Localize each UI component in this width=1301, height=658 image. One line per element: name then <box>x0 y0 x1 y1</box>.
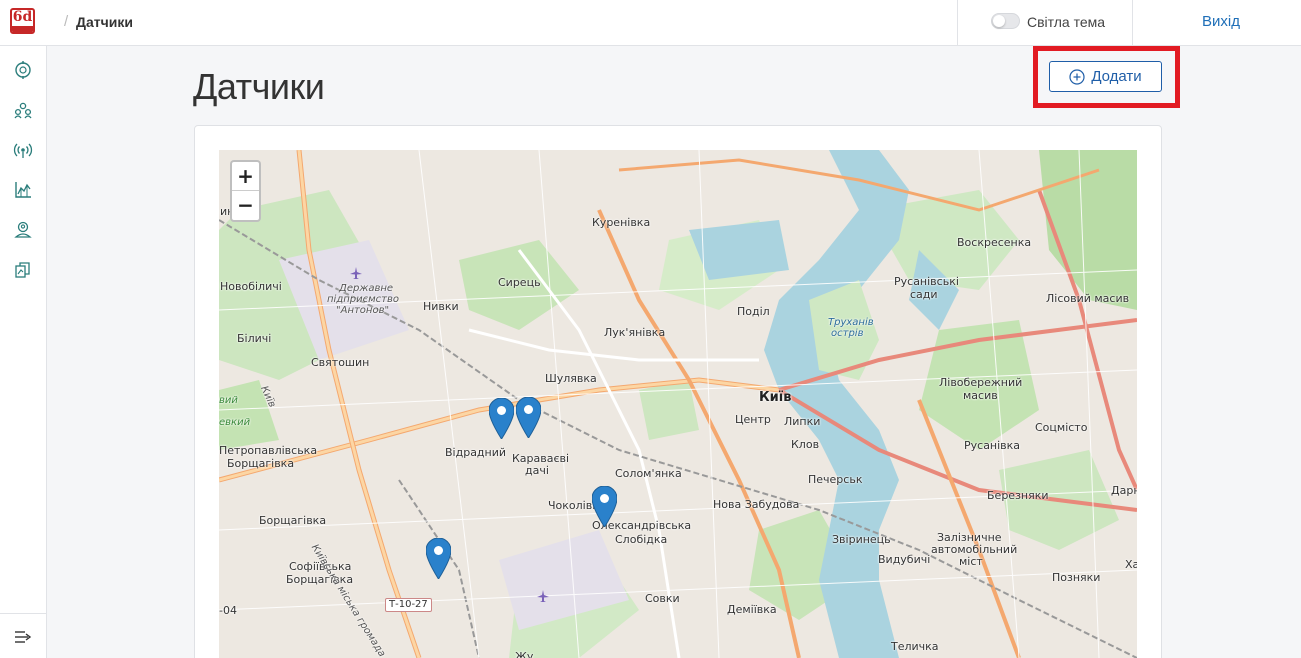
map-label: Лівобережний <box>939 376 1023 389</box>
map-label: Русанівські <box>894 275 959 288</box>
map-label: Київ <box>759 390 792 405</box>
map-label: Деміївка <box>727 603 777 616</box>
map-label: Русанівка <box>964 439 1021 452</box>
breadcrumb: Датчики <box>76 14 133 30</box>
map-label: Шулявка <box>545 372 597 385</box>
map-label: Нова Забудова <box>713 498 800 511</box>
map-label: Лісовий масив <box>1046 292 1130 305</box>
app-logo[interactable]: 6d <box>10 8 35 34</box>
sidebar <box>0 46 47 658</box>
map-label: острів <box>831 328 864 339</box>
users-icon[interactable] <box>13 100 33 120</box>
airport-icon <box>350 267 362 279</box>
chart-icon[interactable] <box>13 180 33 200</box>
map-label: Ха <box>1125 558 1137 571</box>
map-label: Видубичі <box>878 553 931 566</box>
map-label: Воскресенка <box>957 236 1032 249</box>
map-label: Центр <box>735 413 771 426</box>
road-sign: Т-10-27 <box>385 598 432 612</box>
map-label: "Антонов" <box>336 305 390 316</box>
map-label: Теличка <box>891 640 939 653</box>
map-label: вий <box>219 395 238 406</box>
map-label: Сирець <box>498 276 541 289</box>
map-label: Солом'янка <box>615 467 682 480</box>
map-label: Совки <box>645 592 680 605</box>
map-label: Куренівка <box>592 216 651 229</box>
sensor-marker-3[interactable] <box>592 486 617 527</box>
breadcrumb-separator: / <box>64 13 69 30</box>
map-label: Нивки <box>423 300 459 313</box>
theme-toggle[interactable] <box>991 13 1020 29</box>
zoom-out-button[interactable]: − <box>232 191 259 220</box>
map-label: Жу <box>515 650 534 658</box>
map-label: масив <box>963 389 998 402</box>
add-button-label: Додати <box>1091 68 1142 85</box>
map-label: Березняки <box>987 489 1049 502</box>
add-sensor-button[interactable]: Додати <box>1049 61 1162 92</box>
map-label: Слобідка <box>615 533 668 546</box>
sidebar-footer <box>0 613 46 658</box>
map-label: Клов <box>791 438 820 451</box>
zoom-control: + − <box>230 160 261 222</box>
zoom-in-button[interactable]: + <box>232 162 259 191</box>
sensor-signal-icon[interactable] <box>13 140 33 160</box>
map-label: Відрадний <box>445 446 507 459</box>
map-label: Позняки <box>1052 571 1101 584</box>
page-title: Датчики <box>193 66 325 107</box>
map-label: Поділ <box>737 305 770 318</box>
reports-icon[interactable] <box>13 260 33 280</box>
map-label: Печерськ <box>808 473 863 486</box>
plus-circle-icon <box>1069 68 1085 85</box>
map-label: міст <box>959 555 983 568</box>
divider <box>1132 0 1133 45</box>
map-label: Звіринець <box>832 533 891 546</box>
map-label: Лук'янівка <box>604 326 666 339</box>
map-label: Петропавлівська <box>219 444 318 457</box>
top-bar: 6d / Датчики Світла тема Вихід <box>0 0 1301 46</box>
map-label: Біличі <box>237 332 272 345</box>
location-user-icon[interactable] <box>13 220 33 240</box>
map-label: Борщагівка <box>227 457 295 470</box>
map-label: Соцмісто <box>1035 421 1088 434</box>
map-label: -04 <box>219 604 237 617</box>
map-label: евкий <box>219 417 251 428</box>
sensor-marker-1[interactable] <box>489 398 514 439</box>
map-label: сади <box>910 288 938 301</box>
compass-icon[interactable] <box>13 60 33 80</box>
map-label: Святошин <box>311 356 370 369</box>
map-label: дачі <box>525 464 549 477</box>
divider <box>957 0 958 45</box>
collapse-menu-icon[interactable] <box>14 630 32 644</box>
airport-icon <box>537 590 549 602</box>
sensor-marker-4[interactable] <box>426 538 451 579</box>
sensor-marker-2[interactable] <box>516 397 541 438</box>
map-tiles <box>219 150 1137 658</box>
map-label: Липки <box>784 415 821 428</box>
logout-link[interactable]: Вихід <box>1202 13 1240 30</box>
map-label: Новобіличі <box>220 280 282 293</box>
sensors-map[interactable]: Куренівка Воскресенка Новобіличі Державн… <box>219 150 1137 658</box>
theme-toggle-label: Світла тема <box>1027 14 1106 30</box>
map-label: Дарн <box>1111 484 1137 497</box>
map-label: Борщагівка <box>259 514 327 527</box>
